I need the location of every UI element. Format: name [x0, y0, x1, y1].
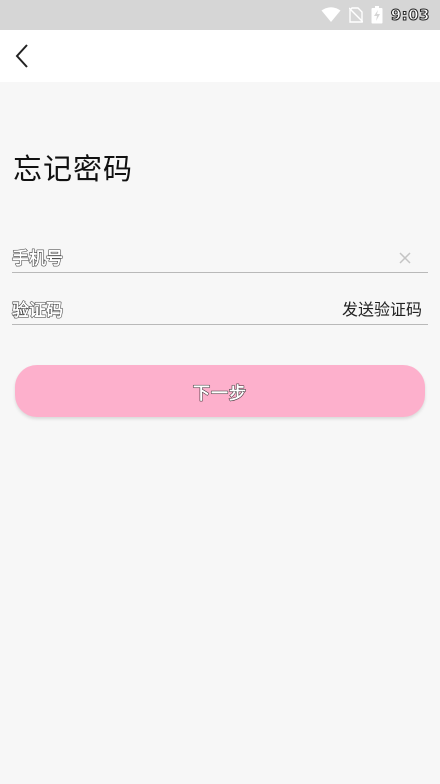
phone-label: 手机号	[12, 249, 64, 270]
next-button[interactable]: 下一步	[15, 365, 425, 417]
status-time: 9:03	[390, 6, 430, 25]
chevron-left-icon	[15, 44, 28, 68]
phone-field: 手机号	[12, 233, 428, 273]
code-field: 验证码 发送验证码	[12, 285, 428, 325]
page-title: 忘记密码	[13, 152, 134, 186]
nav-bar	[0, 30, 440, 82]
next-button-label: 下一步	[193, 383, 247, 403]
wifi-icon	[321, 7, 341, 22]
no-sim-icon	[348, 7, 363, 23]
clear-phone-button[interactable]	[398, 250, 414, 266]
send-code-button[interactable]: 发送验证码	[342, 296, 422, 320]
close-icon	[399, 252, 411, 264]
status-bar: 9:03	[0, 0, 440, 30]
code-label: 验证码	[12, 301, 64, 322]
code-input[interactable]	[72, 296, 388, 322]
phone-input[interactable]	[72, 244, 388, 270]
back-button[interactable]	[4, 38, 40, 74]
battery-charging-icon	[371, 6, 383, 24]
